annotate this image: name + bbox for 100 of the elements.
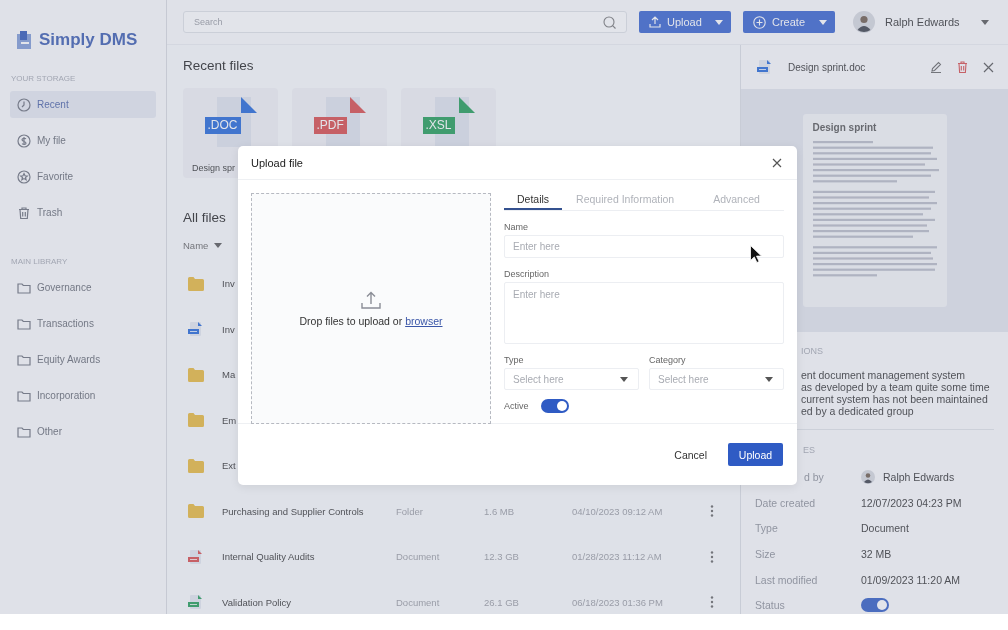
caret-icon	[620, 376, 628, 382]
sidebar-item[interactable]: Favorite	[10, 163, 156, 190]
status-toggle[interactable]	[861, 598, 889, 613]
search-icon	[603, 15, 616, 29]
create-button[interactable]: Create	[743, 11, 835, 33]
sidebar-item[interactable]: Equity Awards	[10, 346, 156, 373]
caret-icon	[981, 19, 989, 25]
sidebar-item[interactable]: Trash	[10, 199, 156, 226]
tab[interactable]: Advanced	[687, 193, 773, 210]
file-type: Document	[396, 596, 441, 608]
star-icon	[17, 169, 31, 184]
folder-icon	[17, 353, 31, 366]
delete-icon[interactable]	[957, 61, 968, 73]
dropdown[interactable]: Select here	[504, 368, 639, 390]
upload-icon	[649, 16, 661, 28]
folder-icon	[188, 276, 204, 291]
column-header[interactable]: Name	[183, 239, 223, 251]
caret-icon	[765, 376, 773, 382]
app-logo-text: Simply DMS	[39, 30, 138, 50]
tab[interactable]: Details	[504, 193, 563, 210]
description-text: current system has not been maintained	[801, 393, 989, 405]
avatar-icon	[861, 469, 875, 484]
property-value: Ralph Edwards	[883, 470, 955, 483]
pencil-icon[interactable]	[930, 61, 942, 73]
file-name[interactable]: Purchasing and Supplier Controls	[222, 505, 396, 517]
folder-icon	[188, 413, 204, 428]
dollar-icon	[17, 133, 31, 148]
file-type: Folder	[396, 505, 424, 517]
file-size: 1.6 MB	[484, 505, 516, 517]
more-icon[interactable]	[710, 550, 714, 563]
file-date: 04/10/2023 09:12 AM	[572, 505, 664, 517]
user-menu[interactable]: Ralph Edwards	[853, 11, 989, 33]
text-field[interactable]: Enter here	[504, 235, 784, 258]
file-date: 06/18/2023 01:36 PM	[572, 596, 664, 608]
folder-icon	[188, 367, 204, 382]
property-label: d by	[803, 470, 825, 483]
logo-icon	[17, 31, 33, 49]
caret-icon	[819, 19, 827, 25]
file-type: Document	[396, 551, 441, 563]
drop-zone[interactable]: Drop files to upload or browser	[251, 193, 491, 424]
text-area[interactable]: Enter here	[504, 282, 784, 344]
pointer-icon	[750, 245, 762, 263]
property-label: Last modified	[755, 573, 819, 586]
toggle-switch[interactable]	[540, 399, 569, 413]
file-size: 26.1 GB	[484, 596, 520, 608]
caret-icon	[715, 19, 723, 25]
close-icon[interactable]	[772, 157, 782, 168]
cancel-button[interactable]: Cancel	[665, 443, 716, 466]
file-name[interactable]: Internal Quality Audits	[222, 551, 396, 563]
property-label: Status	[755, 599, 786, 612]
property-value: 01/09/2023 11:20 AM	[861, 573, 962, 586]
file-name[interactable]: Validation Policy	[222, 596, 396, 608]
file-date: 01/28/2023 11:12 AM	[572, 551, 663, 563]
plus-icon	[753, 15, 766, 29]
avatar-icon	[853, 11, 875, 33]
property-value: 12/07/2023 04:23 PM	[861, 496, 963, 509]
sidebar-item[interactable]: Other	[10, 418, 156, 445]
tab[interactable]: Required Information	[562, 193, 688, 210]
section-title: Recent files	[183, 57, 255, 75]
file-icon	[757, 59, 773, 75]
file-icon	[188, 594, 204, 611]
upload-icon	[361, 290, 381, 309]
more-icon[interactable]	[710, 505, 714, 518]
document-title: Design sprint	[812, 122, 878, 133]
section-heading: IONS	[801, 345, 824, 357]
more-icon[interactable]	[710, 596, 714, 609]
property-value: 32 MB	[861, 547, 893, 560]
sidebar-item[interactable]: Incorporation	[10, 382, 156, 409]
upload-button[interactable]: Upload	[728, 443, 783, 466]
folder-icon	[17, 425, 31, 438]
file-size: 12.3 GB	[484, 551, 520, 563]
folder-icon	[17, 317, 31, 330]
sidebar-item[interactable]: Governance	[10, 274, 156, 301]
property-label: Size	[755, 547, 777, 560]
folder-icon	[17, 281, 31, 294]
field-label: Description	[504, 269, 551, 279]
file-icon	[188, 548, 204, 565]
search-field[interactable]: Search	[183, 11, 627, 33]
sidebar-item[interactable]: Recent	[10, 91, 156, 118]
file-type-label: .XSL	[422, 117, 455, 134]
trash-icon	[17, 205, 31, 220]
close-icon[interactable]	[983, 61, 994, 73]
property-label: Date created	[755, 496, 817, 509]
property-value: Document	[861, 522, 910, 535]
property-label: Type	[755, 522, 779, 535]
file-type-label: .PDF	[313, 117, 347, 134]
field-label: Name	[504, 222, 529, 232]
dropdown[interactable]: Select here	[649, 368, 784, 390]
caret-icon	[214, 242, 223, 248]
folder-icon	[188, 458, 204, 473]
file-icon	[188, 321, 204, 338]
sidebar-item[interactable]: My file	[10, 127, 156, 154]
sidebar-item[interactable]: Transactions	[10, 310, 156, 337]
upload-button[interactable]: Upload	[639, 11, 731, 33]
folder-icon	[188, 504, 204, 519]
description-text: ed by a dedicated group	[801, 405, 915, 417]
folder-icon	[17, 389, 31, 402]
browse-link[interactable]: browser	[405, 314, 443, 327]
file-type-label: .DOC	[204, 117, 241, 134]
drop-instructions: Drop files to upload or browser	[299, 314, 443, 327]
